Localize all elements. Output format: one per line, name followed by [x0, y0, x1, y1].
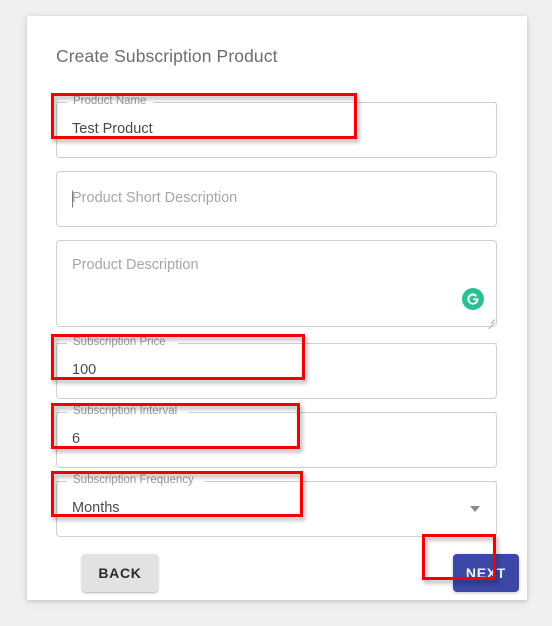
- label-product-name: Product Name: [69, 94, 151, 108]
- field-product-description[interactable]: [56, 240, 497, 330]
- create-subscription-card: Create Subscription Product Product Name: [27, 16, 527, 600]
- grammarly-g-glyph: [467, 293, 479, 305]
- grammarly-g-icon[interactable]: [462, 288, 484, 310]
- input-subscription-frequency[interactable]: [56, 481, 497, 535]
- page-title: Create Subscription Product: [56, 46, 278, 66]
- field-subscription-frequency[interactable]: Subscription Frequency: [56, 473, 497, 537]
- input-product-name[interactable]: [56, 102, 497, 156]
- field-subscription-interval[interactable]: Subscription Interval: [56, 404, 497, 468]
- chevron-down-icon[interactable]: [469, 503, 481, 515]
- resize-handle-icon[interactable]: [485, 315, 496, 330]
- input-product-short-description[interactable]: [56, 171, 497, 225]
- field-subscription-price[interactable]: Subscription Price: [56, 335, 497, 399]
- input-subscription-price[interactable]: [56, 343, 497, 397]
- app-root: Create Subscription Product Product Name: [0, 0, 552, 626]
- field-product-short-description[interactable]: [56, 171, 497, 227]
- text-caret-icon: [72, 190, 73, 208]
- next-button[interactable]: NEXT: [453, 554, 519, 592]
- field-product-name[interactable]: Product Name: [56, 94, 497, 158]
- label-subscription-price: Subscription Price: [69, 335, 170, 349]
- label-subscription-frequency: Subscription Frequency: [69, 473, 198, 487]
- input-subscription-interval[interactable]: [56, 412, 497, 466]
- input-product-description[interactable]: [56, 240, 497, 325]
- back-button[interactable]: BACK: [82, 554, 158, 592]
- label-subscription-interval: Subscription Interval: [69, 404, 182, 418]
